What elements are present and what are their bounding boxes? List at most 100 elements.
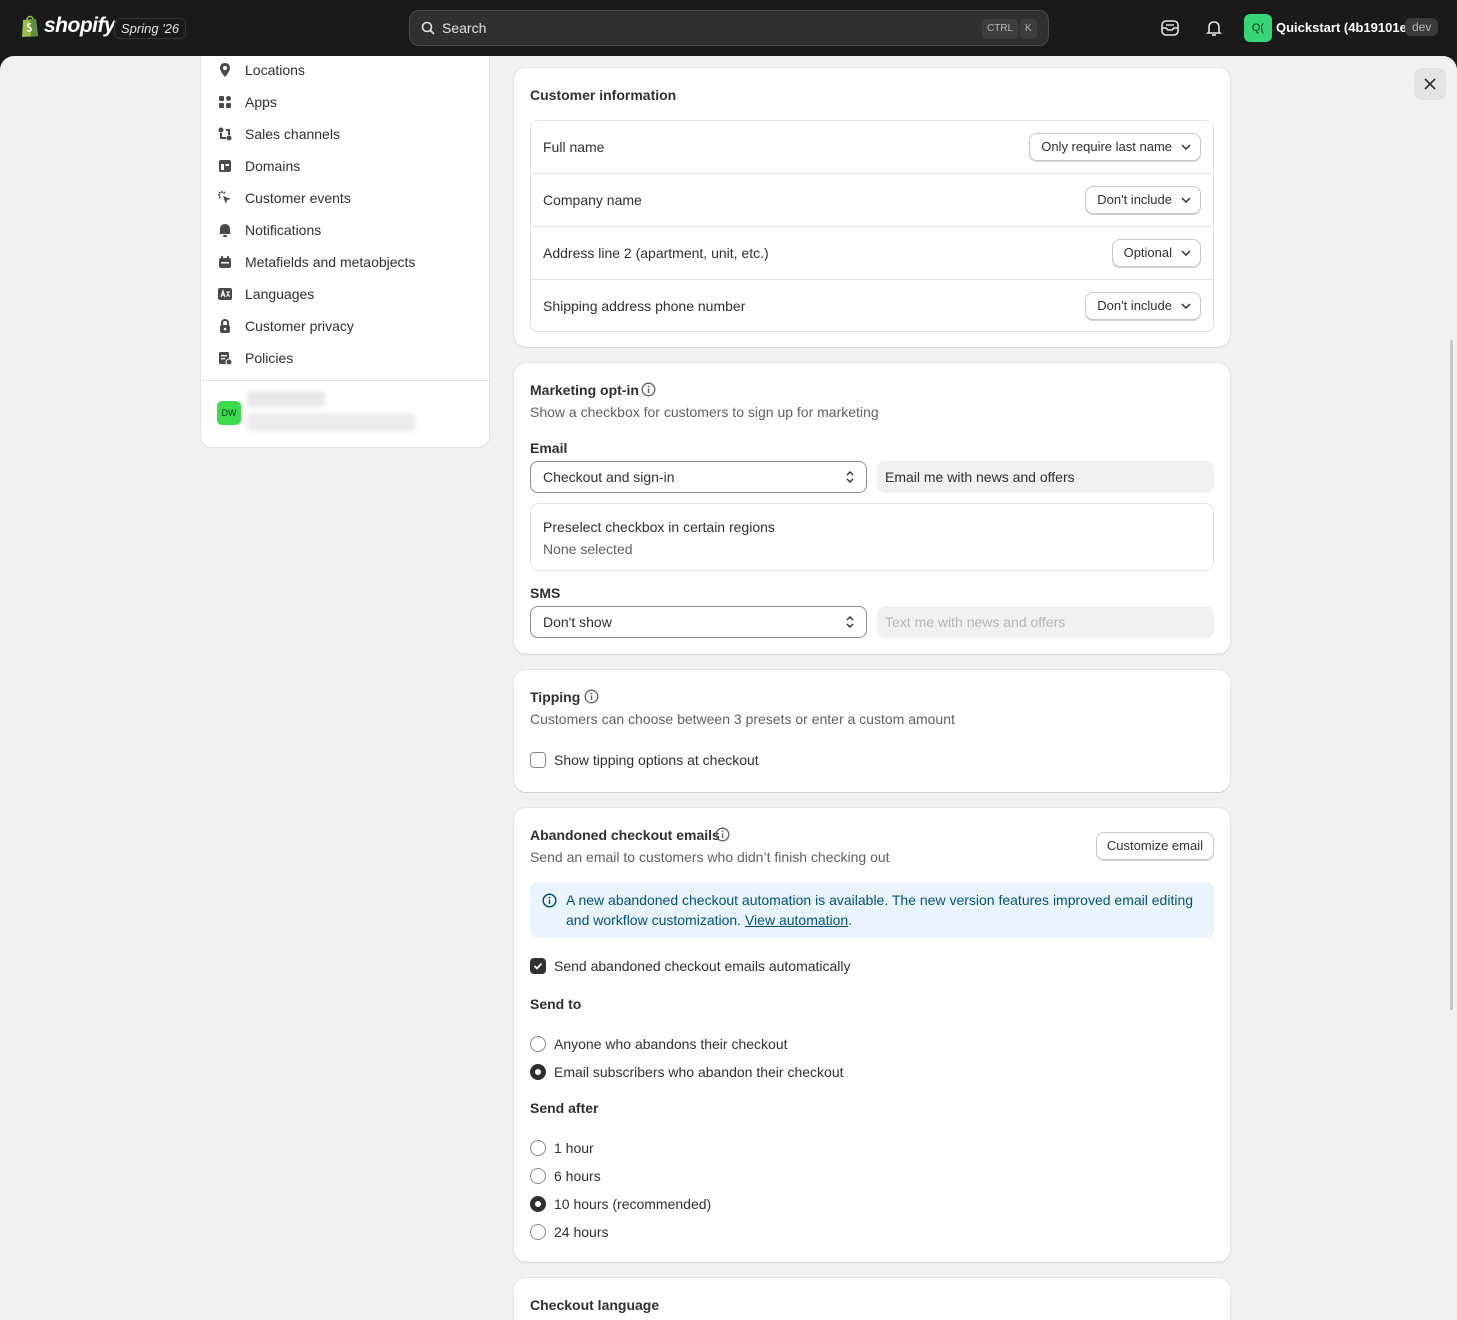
email-checkbox-text-field[interactable]: Email me with news and offers — [877, 461, 1214, 493]
row-label: Address line 2 (apartment, unit, etc.) — [543, 245, 769, 261]
sidebar-item-policies[interactable]: Policies — [217, 344, 475, 372]
full-name-dropdown[interactable]: Only require last name — [1029, 133, 1201, 161]
dropdown-value: Optional — [1123, 245, 1172, 260]
radio-label[interactable]: 1 hour — [554, 1140, 594, 1156]
domains-icon — [219, 160, 231, 172]
email-display-select[interactable]: Checkout and sign-in — [530, 461, 867, 493]
sidebar-item-label: Customer privacy — [245, 318, 354, 334]
languages-icon — [218, 288, 232, 300]
sidebar-item-apps[interactable]: Apps — [217, 88, 475, 116]
preselect-regions-box[interactable]: Preselect checkbox in certain regions No… — [530, 503, 1214, 571]
policies-icon — [219, 352, 233, 366]
send-after-6-hours-radio[interactable] — [530, 1168, 546, 1184]
info-icon[interactable] — [641, 382, 656, 397]
email-label: Email — [530, 440, 568, 456]
shopify-logo[interactable]: shopify — [20, 14, 116, 38]
sidebar-item-notifications[interactable]: Notifications — [217, 216, 475, 244]
store-name[interactable]: Quickstart (4b19101e) — [1276, 20, 1411, 35]
chevron-down-icon — [1181, 303, 1191, 309]
sidebar-item-label: Sales channels — [245, 126, 340, 142]
info-banner: A new abandoned checkout automation is a… — [530, 882, 1214, 938]
field-row-company-name: Company name Don't include — [531, 174, 1213, 227]
scrollbar-thumb[interactable] — [1450, 340, 1453, 1010]
tipping-checkbox-label[interactable]: Show tipping options at checkout — [554, 752, 759, 768]
info-icon[interactable] — [715, 827, 730, 842]
company-name-dropdown[interactable]: Don't include — [1085, 186, 1201, 214]
card-title: Checkout language — [530, 1297, 660, 1313]
user-email-redacted — [247, 413, 415, 431]
sidebar-item-sales-channels[interactable]: Sales channels — [217, 120, 475, 148]
search-icon — [421, 21, 435, 35]
customer-fields-list: Full name Only require last name Company… — [530, 120, 1214, 332]
dropdown-value: Don't include — [1097, 298, 1172, 313]
radio-label[interactable]: 24 hours — [554, 1224, 608, 1240]
select-value: Checkout and sign-in — [543, 469, 675, 485]
brand-name: shopify — [44, 14, 116, 37]
send-after-24-hours-radio[interactable] — [530, 1224, 546, 1240]
send-to-anyone-radio[interactable] — [530, 1036, 546, 1052]
radio-label[interactable]: Anyone who abandons their checkout — [554, 1036, 788, 1052]
store-dev-badge: dev — [1405, 18, 1439, 36]
user-avatar[interactable]: DW — [217, 401, 241, 425]
store-avatar[interactable]: Q( — [1244, 14, 1272, 42]
sidebar-item-domains[interactable]: Domains — [217, 152, 475, 180]
send-to-subscribers-radio[interactable] — [530, 1064, 546, 1080]
customize-email-button[interactable]: Customize email — [1095, 832, 1214, 860]
sidebar-item-label: Policies — [245, 350, 294, 366]
sms-label: SMS — [530, 585, 561, 601]
sms-display-select[interactable]: Don't show — [530, 606, 867, 638]
dropdown-value: Only require last name — [1041, 139, 1172, 154]
sidebar-item-metafields[interactable]: Metafields and metaobjects — [217, 248, 475, 276]
banner-message: A new abandoned checkout automation is a… — [566, 892, 1194, 928]
shopify-bag-icon — [22, 15, 38, 37]
field-value: Email me with news and offers — [885, 469, 1075, 485]
banner-text: A new abandoned checkout automation is a… — [566, 890, 1202, 930]
shortcut-k-key: K — [1020, 19, 1037, 39]
row-label: Shipping address phone number — [543, 298, 746, 314]
auto-send-label[interactable]: Send abandoned checkout emails automatic… — [554, 958, 851, 974]
edition-badge[interactable]: Spring '26 — [114, 18, 187, 39]
sidebar-item-label: Domains — [245, 158, 301, 174]
sidebar-item-customer-events[interactable]: Customer events — [217, 184, 475, 212]
field-row-shipping-phone: Shipping address phone number Don't incl… — [531, 280, 1213, 333]
card-subtitle: Show a checkbox for customers to sign up… — [530, 404, 879, 420]
sidebar-item-languages[interactable]: Languages — [217, 280, 475, 308]
search-bar[interactable]: Search CTRL K — [409, 10, 1049, 46]
select-arrows-icon — [846, 616, 854, 628]
auto-send-checkbox[interactable] — [530, 958, 546, 974]
field-value: Text me with news and offers — [885, 614, 1066, 630]
info-circle-icon — [542, 893, 557, 908]
sidebar-item-label: Customer events — [245, 190, 351, 206]
sms-checkbox-text-field[interactable]: Text me with news and offers — [877, 606, 1214, 638]
sidebar-item-locations[interactable]: Locations — [217, 56, 475, 84]
search-placeholder: Search — [442, 20, 487, 36]
close-icon — [1424, 78, 1436, 90]
top-bar: shopify Spring '26 Search CTRL K Q( Quic… — [0, 0, 1457, 56]
field-row-full-name: Full name Only require last name — [531, 121, 1213, 174]
checkout-language-card: Checkout language — [514, 1278, 1230, 1320]
sidebar-item-customer-privacy[interactable]: Customer privacy — [217, 312, 475, 340]
tipping-checkbox[interactable] — [530, 752, 546, 768]
settings-sidebar: Locations Apps Sales channels Domains Cu… — [200, 56, 490, 448]
marketing-opt-in-card: Marketing opt-in Show a checkbox for cus… — [514, 363, 1230, 654]
field-row-address-line-2: Address line 2 (apartment, unit, etc.) O… — [531, 227, 1213, 280]
customer-events-icon — [218, 191, 231, 204]
radio-label[interactable]: 6 hours — [554, 1168, 601, 1184]
shipping-phone-dropdown[interactable]: Don't include — [1085, 292, 1201, 320]
radio-label[interactable]: Email subscribers who abandon their chec… — [554, 1064, 844, 1080]
view-automation-link[interactable]: View automation — [745, 912, 848, 928]
bell-icon[interactable] — [1203, 17, 1225, 39]
select-value: Don't show — [543, 614, 612, 630]
sidebar-item-label: Languages — [245, 286, 315, 302]
sidebar-divider — [201, 380, 489, 381]
send-after-1-hour-radio[interactable] — [530, 1140, 546, 1156]
close-button[interactable] — [1414, 68, 1446, 100]
sidebar-item-label: Metafields and metaobjects — [245, 254, 416, 270]
sidebar-item-label: Apps — [245, 94, 277, 110]
inbox-icon[interactable] — [1159, 17, 1181, 39]
address-line-2-dropdown[interactable]: Optional — [1111, 239, 1201, 267]
send-after-10-hours-radio[interactable] — [530, 1196, 546, 1212]
info-icon[interactable] — [584, 689, 599, 704]
checkmark-icon — [533, 962, 543, 970]
radio-label[interactable]: 10 hours (recommended) — [554, 1196, 711, 1212]
